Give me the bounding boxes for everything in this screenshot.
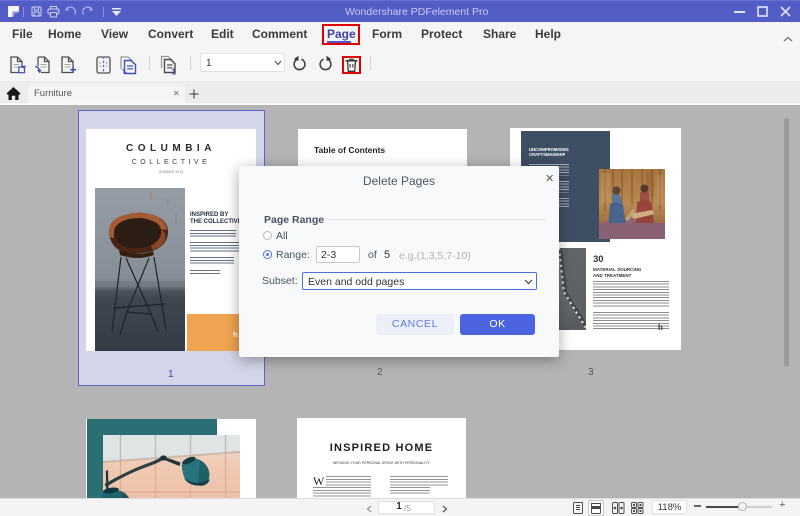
svg-text:1: 1 bbox=[172, 68, 177, 76]
